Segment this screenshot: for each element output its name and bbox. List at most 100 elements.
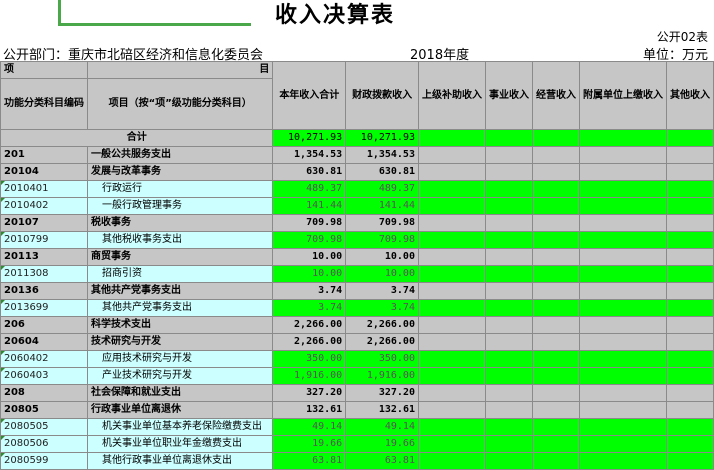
row-business[interactable] bbox=[531, 282, 580, 300]
row-other[interactable] bbox=[665, 163, 714, 181]
row-career[interactable] bbox=[484, 435, 533, 453]
header-name[interactable]: 项目（按“项”级功能分类科目） bbox=[86, 78, 274, 130]
row-code[interactable]: 206 bbox=[0, 316, 88, 334]
sum-upper[interactable] bbox=[417, 129, 486, 147]
row-career[interactable] bbox=[484, 367, 533, 385]
row-total[interactable]: 3.74 bbox=[272, 282, 347, 300]
row-name[interactable]: 科学技术支出 bbox=[86, 316, 274, 334]
row-business[interactable] bbox=[531, 384, 580, 402]
row-other[interactable] bbox=[665, 231, 714, 249]
row-affiliate[interactable] bbox=[578, 350, 667, 368]
row-career[interactable] bbox=[484, 231, 533, 249]
row-code[interactable]: 2080505 bbox=[0, 418, 88, 436]
sum-other[interactable] bbox=[665, 129, 714, 147]
row-code[interactable]: 2060402 bbox=[0, 350, 88, 368]
row-affiliate[interactable] bbox=[578, 401, 667, 419]
header-business[interactable]: 经营收入 bbox=[531, 61, 580, 130]
row-business[interactable] bbox=[531, 435, 580, 453]
row-name[interactable]: 招商引资 bbox=[86, 265, 274, 283]
row-business[interactable] bbox=[531, 418, 580, 436]
header-career[interactable]: 事业收入 bbox=[484, 61, 533, 130]
row-other[interactable] bbox=[665, 248, 714, 266]
row-name[interactable]: 技术研究与开发 bbox=[86, 333, 274, 351]
row-affiliate[interactable] bbox=[578, 435, 667, 453]
row-career[interactable] bbox=[484, 180, 533, 198]
row-business[interactable] bbox=[531, 163, 580, 181]
row-code[interactable]: 2010402 bbox=[0, 197, 88, 215]
row-other[interactable] bbox=[665, 299, 714, 317]
row-fiscal[interactable]: 2,266.00 bbox=[345, 316, 419, 334]
row-code[interactable]: 20136 bbox=[0, 282, 88, 300]
row-affiliate[interactable] bbox=[578, 333, 667, 351]
row-total[interactable]: 2,266.00 bbox=[272, 333, 347, 351]
row-career[interactable] bbox=[484, 401, 533, 419]
row-total[interactable]: 630.81 bbox=[272, 163, 347, 181]
row-total[interactable]: 709.98 bbox=[272, 214, 347, 232]
row-career[interactable] bbox=[484, 299, 533, 317]
row-career[interactable] bbox=[484, 384, 533, 402]
row-code[interactable]: 2010401 bbox=[0, 180, 88, 198]
row-fiscal[interactable]: 10.00 bbox=[345, 265, 419, 283]
row-business[interactable] bbox=[531, 214, 580, 232]
row-career[interactable] bbox=[484, 197, 533, 215]
row-fiscal[interactable]: 630.81 bbox=[345, 163, 419, 181]
row-total[interactable]: 327.20 bbox=[272, 384, 347, 402]
row-upper[interactable] bbox=[417, 197, 486, 215]
row-upper[interactable] bbox=[417, 333, 486, 351]
row-affiliate[interactable] bbox=[578, 299, 667, 317]
row-total[interactable]: 709.98 bbox=[272, 231, 347, 249]
row-fiscal[interactable]: 1,354.53 bbox=[345, 146, 419, 164]
sum-business[interactable] bbox=[531, 129, 580, 147]
row-code[interactable]: 20113 bbox=[0, 248, 88, 266]
row-other[interactable] bbox=[665, 435, 714, 453]
row-total[interactable]: 489.37 bbox=[272, 180, 347, 198]
row-affiliate[interactable] bbox=[578, 282, 667, 300]
row-affiliate[interactable] bbox=[578, 418, 667, 436]
row-career[interactable] bbox=[484, 265, 533, 283]
row-affiliate[interactable] bbox=[578, 384, 667, 402]
row-other[interactable] bbox=[665, 197, 714, 215]
header-fiscal[interactable]: 财政拨款收入 bbox=[345, 61, 419, 130]
row-career[interactable] bbox=[484, 146, 533, 164]
row-career[interactable] bbox=[484, 333, 533, 351]
row-name[interactable]: 其他税收事务支出 bbox=[86, 231, 274, 249]
row-career[interactable] bbox=[484, 316, 533, 334]
row-total[interactable]: 350.00 bbox=[272, 350, 347, 368]
row-upper[interactable] bbox=[417, 384, 486, 402]
header-affiliate[interactable]: 附属单位上缴收入 bbox=[578, 61, 667, 130]
row-business[interactable] bbox=[531, 180, 580, 198]
row-name[interactable]: 产业技术研究与开发 bbox=[86, 367, 274, 385]
row-total[interactable]: 10.00 bbox=[272, 265, 347, 283]
row-fiscal[interactable]: 132.61 bbox=[345, 401, 419, 419]
row-code[interactable]: 208 bbox=[0, 384, 88, 402]
row-upper[interactable] bbox=[417, 435, 486, 453]
row-affiliate[interactable] bbox=[578, 367, 667, 385]
row-code[interactable]: 2013699 bbox=[0, 299, 88, 317]
row-career[interactable] bbox=[484, 163, 533, 181]
row-business[interactable] bbox=[531, 350, 580, 368]
row-fiscal[interactable]: 709.98 bbox=[345, 214, 419, 232]
row-fiscal[interactable]: 3.74 bbox=[345, 282, 419, 300]
row-name[interactable]: 行政事业单位离退休 bbox=[86, 401, 274, 419]
row-name[interactable]: 其他共产党事务支出 bbox=[86, 282, 274, 300]
row-other[interactable] bbox=[665, 316, 714, 334]
row-upper[interactable] bbox=[417, 231, 486, 249]
row-business[interactable] bbox=[531, 146, 580, 164]
row-other[interactable] bbox=[665, 367, 714, 385]
row-fiscal[interactable]: 141.44 bbox=[345, 197, 419, 215]
row-other[interactable] bbox=[665, 401, 714, 419]
header-code[interactable]: 功能分类科目编码 bbox=[0, 78, 88, 130]
row-career[interactable] bbox=[484, 282, 533, 300]
row-total[interactable]: 49.14 bbox=[272, 418, 347, 436]
row-code[interactable]: 20107 bbox=[0, 214, 88, 232]
sum-affiliate[interactable] bbox=[578, 129, 667, 147]
row-other[interactable] bbox=[665, 214, 714, 232]
row-name[interactable]: 机关事业单位职业年金缴费支出 bbox=[86, 435, 274, 453]
row-upper[interactable] bbox=[417, 418, 486, 436]
row-career[interactable] bbox=[484, 214, 533, 232]
row-code[interactable]: 2011308 bbox=[0, 265, 88, 283]
row-upper[interactable] bbox=[417, 299, 486, 317]
row-code[interactable]: 2010799 bbox=[0, 231, 88, 249]
row-total[interactable]: 141.44 bbox=[272, 197, 347, 215]
sum-total[interactable]: 10,271.93 bbox=[272, 129, 347, 147]
